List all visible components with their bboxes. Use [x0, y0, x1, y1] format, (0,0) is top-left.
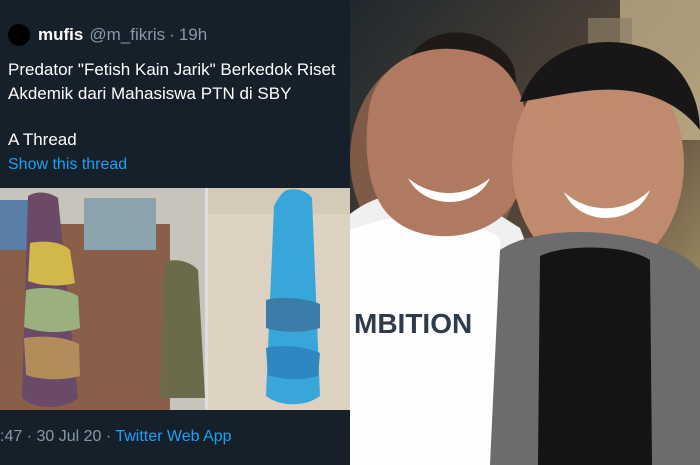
- wrapped-blue-cloth-illustration: [208, 188, 350, 410]
- selfie-illustration: MBITION: [350, 0, 700, 465]
- tweet-card: mufis @m_fikris · 19h Predator "Fetish K…: [0, 0, 350, 465]
- tweet-media[interactable]: [0, 188, 350, 410]
- tweet-text-line-2: A Thread: [8, 130, 77, 149]
- media-image-left[interactable]: [0, 188, 205, 410]
- media-image-right[interactable]: [208, 188, 350, 410]
- tweet-time[interactable]: 19h: [179, 25, 207, 45]
- avatar[interactable]: [8, 24, 30, 46]
- footer-time[interactable]: :47: [0, 428, 22, 445]
- tweet-author-handle[interactable]: @m_fikris: [89, 25, 165, 45]
- tweet-text: Predator "Fetish Kain Jarik" Berkedok Ri…: [8, 58, 343, 152]
- footer-separator-dot-2: ·: [105, 428, 116, 445]
- separator-dot: ·: [169, 25, 175, 44]
- wrapped-bodies-illustration: [0, 188, 205, 410]
- show-thread-link[interactable]: Show this thread: [8, 156, 127, 174]
- tweet-text-line-1: Predator "Fetish Kain Jarik" Berkedok Ri…: [8, 60, 336, 103]
- selfie-photo: MBITION: [350, 0, 700, 465]
- footer-source-link[interactable]: Twitter Web App: [115, 428, 231, 445]
- footer-date[interactable]: 30 Jul 20: [36, 428, 101, 445]
- shirt-text: MBITION: [354, 308, 472, 339]
- tweet-footer: :47 · 30 Jul 20 · Twitter Web App: [0, 428, 232, 446]
- tweet-header: mufis @m_fikris · 19h: [8, 24, 207, 46]
- tweet-author-name[interactable]: mufis: [38, 25, 83, 45]
